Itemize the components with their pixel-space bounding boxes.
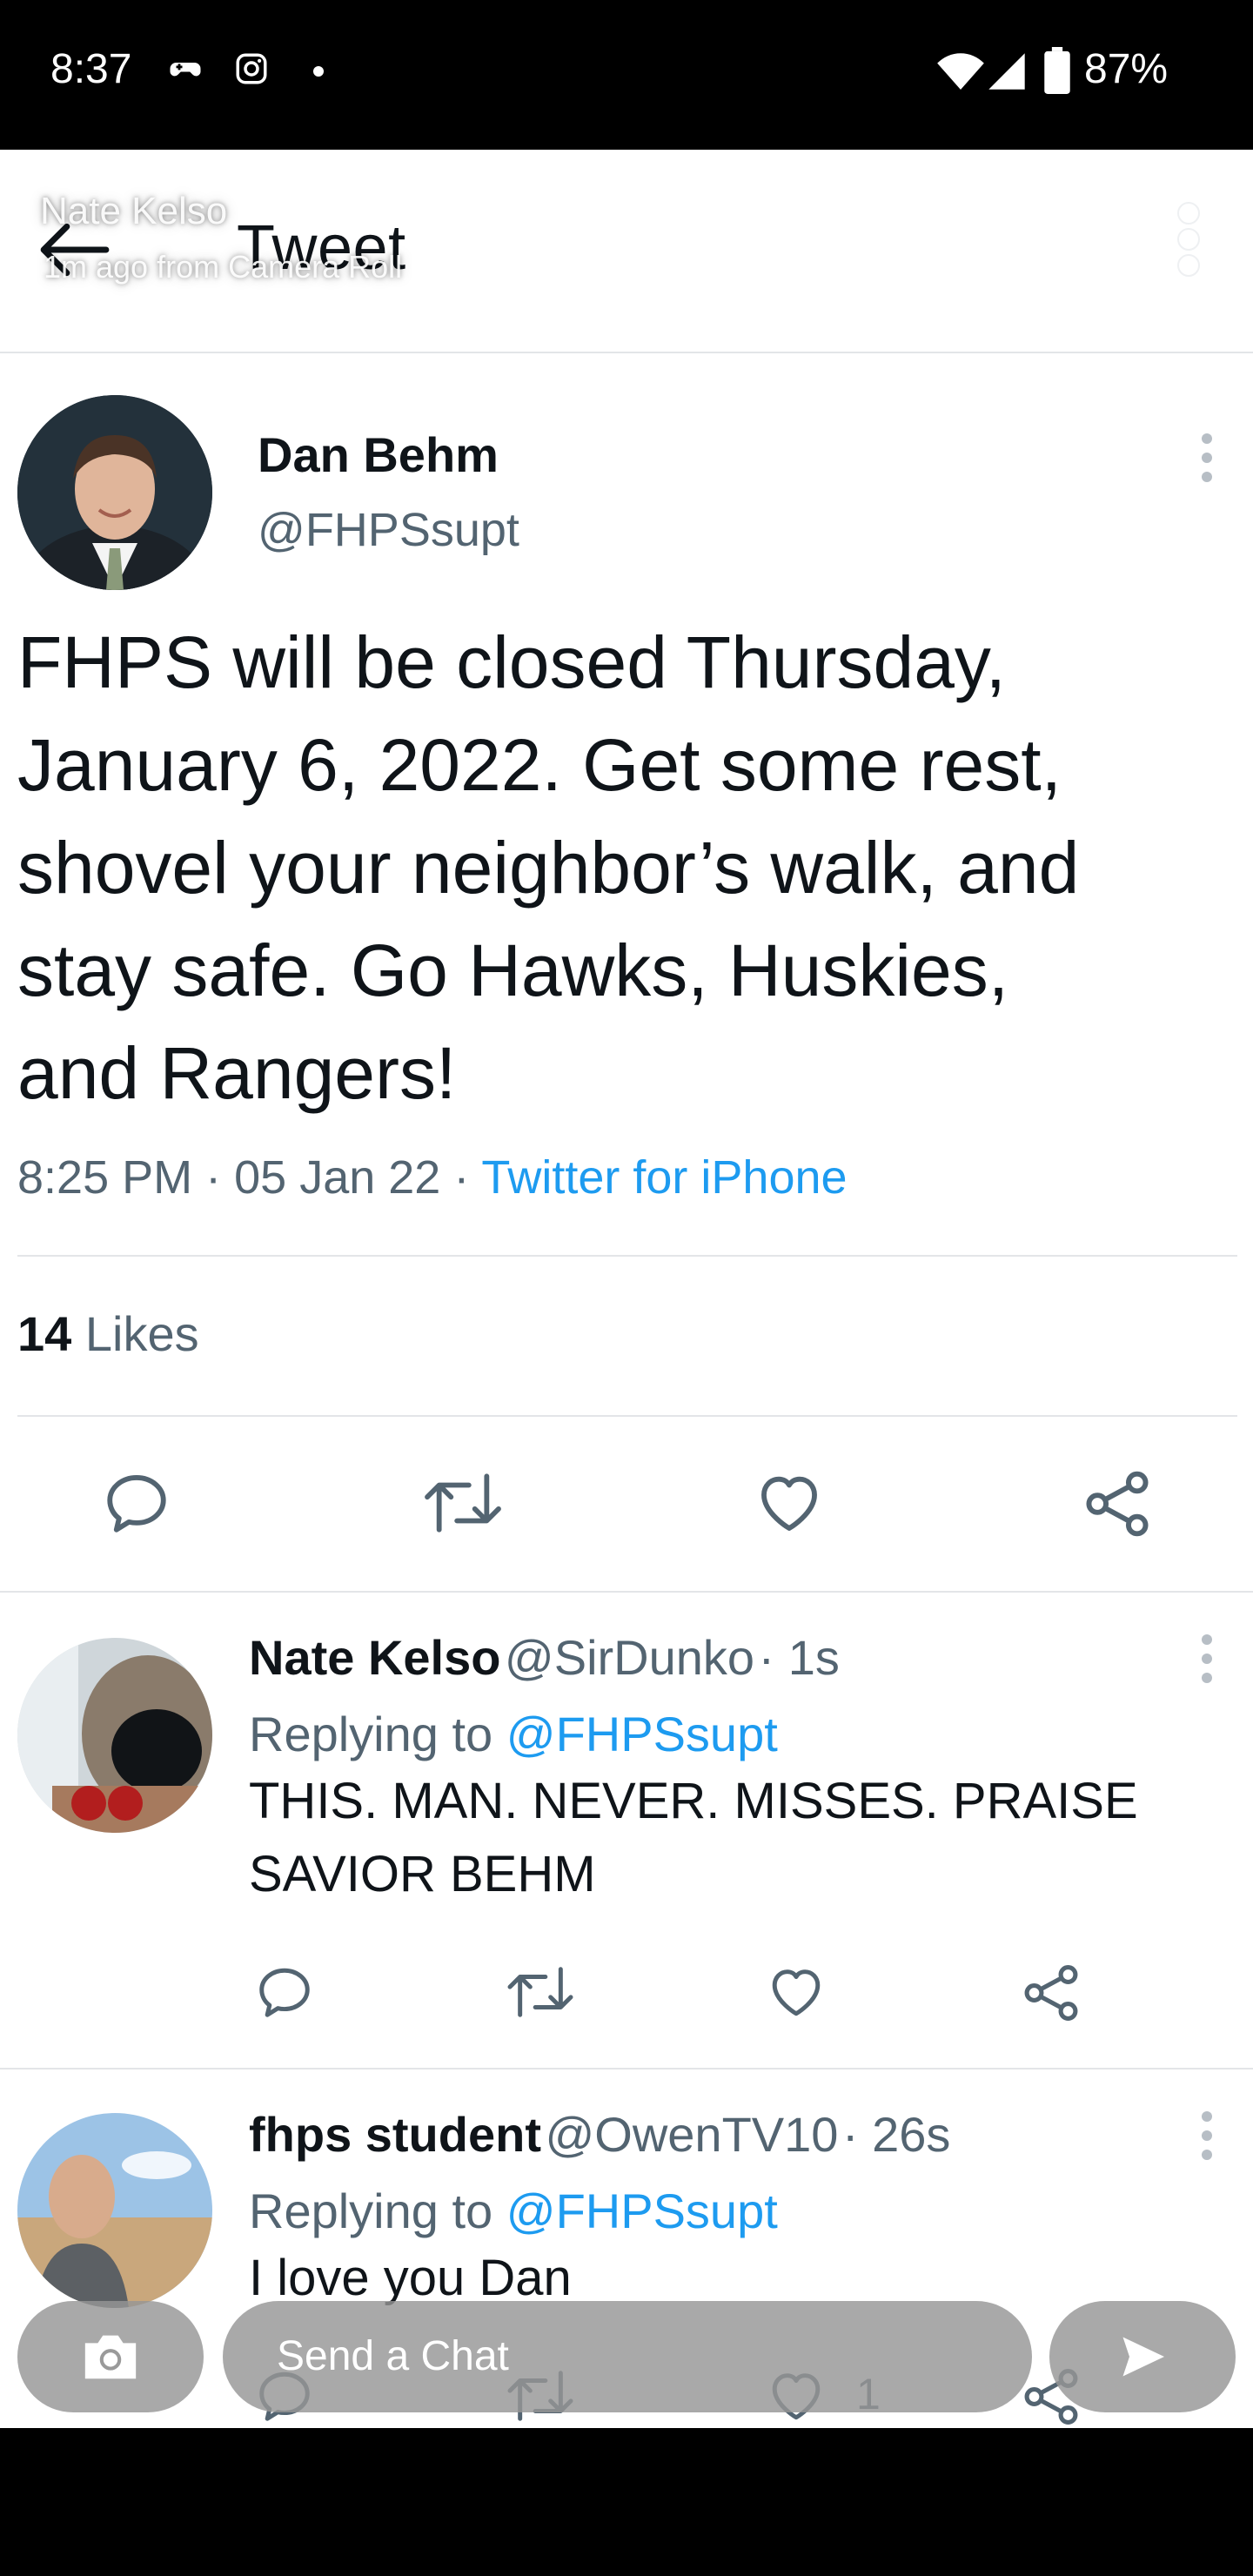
avatar[interactable]	[17, 395, 212, 590]
divider	[17, 1255, 1237, 1257]
share-icon[interactable]	[1020, 1962, 1082, 2024]
retweet-icon[interactable]	[505, 1962, 576, 2023]
reply-author-handle[interactable]: @SirDunko	[505, 1630, 754, 1685]
retweet-icon[interactable]	[421, 1467, 505, 1539]
avatar[interactable]	[17, 1638, 212, 1833]
battery-icon	[1044, 47, 1070, 94]
send-arrow-icon	[1122, 2337, 1164, 2377]
tweet-meta: 8:25 PM · 05 Jan 22 · Twitter for iPhone	[17, 1151, 848, 1204]
snap-sender-subtitle: 1m ago from Camera Roll	[44, 249, 403, 285]
tweet-source-link[interactable]: Twitter for iPhone	[481, 1151, 847, 1204]
divider	[17, 1415, 1237, 1417]
header-more-icon[interactable]	[1173, 202, 1204, 277]
likes-label: Likes	[84, 1306, 199, 1361]
reply-icon[interactable]	[101, 1467, 172, 1539]
battery-percent: 87%	[1084, 46, 1169, 92]
reply-text: THIS. MAN. NEVER. MISSES. PRAISE SAVIOR …	[249, 1773, 1138, 1902]
signal-icon	[988, 53, 1025, 90]
notification-dot-icon	[313, 66, 324, 77]
likes-summary[interactable]: 14 Likes	[17, 1305, 199, 1362]
status-time: 8:37	[50, 46, 132, 92]
like-icon[interactable]	[766, 1962, 827, 2023]
reply-author-name[interactable]: Nate Kelso	[249, 1630, 500, 1685]
more-vertical-icon[interactable]	[1194, 433, 1220, 494]
tweet-text: FHPS will be closed Thursday, January 6,…	[17, 621, 1080, 1114]
reply-header: fhps student @OwenTV10 · 26s	[249, 2107, 951, 2162]
tweet-header: Tweet Nate Kelso 1m ago from Camera Roll	[0, 150, 1253, 353]
snap-sender-name: Nate Kelso	[40, 190, 228, 232]
replying-to: Replying to @FHPSsupt	[249, 2184, 778, 2238]
like-icon[interactable]	[754, 1467, 825, 1539]
reply-age: 1s	[787, 1630, 840, 1685]
camera-icon	[84, 2335, 137, 2379]
main-tweet: Dan Behm @FHPSsupt FHPS will be closed T…	[0, 353, 1253, 1589]
send-button[interactable]	[1049, 2301, 1236, 2412]
system-nav-bar	[0, 2428, 1253, 2576]
avatar[interactable]	[17, 2113, 212, 2308]
tweet-author-handle[interactable]: @FHPSsupt	[258, 503, 519, 557]
tweet-time: 8:25 PM	[17, 1151, 193, 1204]
replying-to-link[interactable]: @FHPSsupt	[506, 2184, 778, 2238]
tweet-author-name[interactable]: Dan Behm	[258, 426, 499, 483]
more-vertical-icon[interactable]	[1194, 2111, 1220, 2172]
more-vertical-icon[interactable]	[1194, 1634, 1220, 1695]
camera-button[interactable]	[17, 2301, 204, 2412]
reply-author-name[interactable]: fhps student	[249, 2107, 541, 2162]
reply-author-handle[interactable]: @OwenTV10	[545, 2107, 838, 2162]
reply-item: Nate Kelso @SirDunko · 1s Replying to @F…	[0, 1593, 1253, 2066]
chat-placeholder: Send a Chat	[277, 2333, 509, 2379]
likes-count: 14	[17, 1306, 72, 1361]
share-icon[interactable]	[1081, 1467, 1154, 1540]
reply-icon[interactable]	[254, 1962, 315, 2023]
instagram-icon	[236, 53, 267, 84]
gamepad-icon	[170, 63, 201, 77]
replying-to-link[interactable]: @FHPSsupt	[506, 1707, 778, 1761]
tweet-date: 05 Jan 22	[234, 1151, 441, 1204]
status-bar: 8:37 87%	[0, 0, 1253, 150]
reply-age: 26s	[872, 2107, 951, 2162]
chat-input[interactable]: Send a Chat	[223, 2301, 1032, 2412]
wifi-icon	[937, 53, 984, 90]
replying-to: Replying to @FHPSsupt	[249, 1707, 778, 1761]
reply-header: Nate Kelso @SirDunko · 1s	[249, 1630, 840, 1685]
